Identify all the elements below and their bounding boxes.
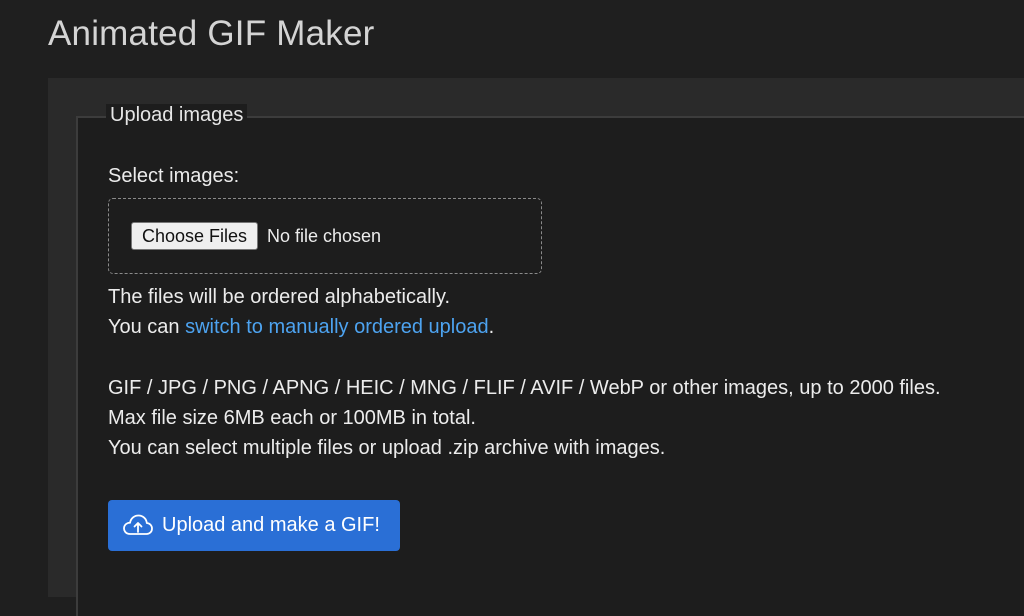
upload-fieldset: Upload images Select images: Choose File… bbox=[76, 104, 1024, 616]
zip-info-text: You can select multiple files or upload … bbox=[108, 437, 666, 459]
max-size-text: Max file size 6MB each or 100MB in total… bbox=[108, 407, 476, 429]
switch-suffix: . bbox=[488, 316, 495, 338]
file-dropzone[interactable]: Choose Files No file chosen bbox=[108, 198, 542, 274]
upload-and-make-gif-button[interactable]: Upload and make a GIF! bbox=[108, 500, 400, 551]
upload-button-label: Upload and make a GIF! bbox=[162, 514, 380, 536]
upload-panel: Upload images Select images: Choose File… bbox=[48, 78, 1024, 616]
supported-formats-text: GIF / JPG / PNG / APNG / HEIC / MNG / FL… bbox=[108, 377, 941, 399]
order-note: The files will be ordered alphabetically… bbox=[108, 286, 451, 308]
page-title: Animated GIF Maker bbox=[48, 14, 375, 53]
select-images-label: Select images: bbox=[108, 165, 240, 187]
switch-upload-line: You can switch to manually ordered uploa… bbox=[108, 316, 494, 339]
choose-files-button[interactable]: Choose Files bbox=[131, 222, 259, 250]
fieldset-legend: Upload images bbox=[106, 104, 248, 127]
switch-manual-order-link[interactable]: switch to manually ordered upload bbox=[185, 316, 489, 338]
cloud-upload-icon bbox=[122, 513, 154, 539]
no-file-chosen-text: No file chosen bbox=[267, 226, 382, 246]
switch-prefix: You can bbox=[108, 316, 186, 338]
